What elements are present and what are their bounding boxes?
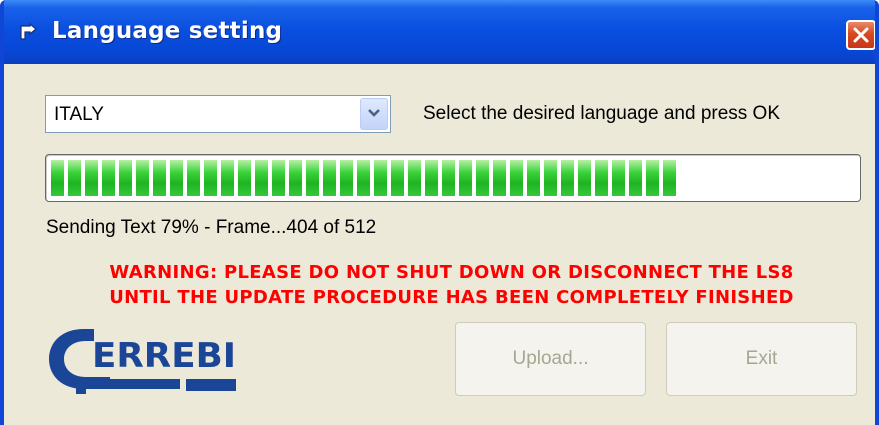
errebi-logo: ERREBI (49, 329, 236, 394)
progress-fill (51, 160, 686, 196)
progress-segment (221, 160, 234, 196)
language-selected-value: ITALY (54, 104, 104, 125)
progress-segment (663, 160, 676, 196)
progress-segment (459, 160, 472, 196)
progress-segment (357, 160, 370, 196)
window-icon (18, 22, 40, 44)
close-button[interactable] (846, 20, 875, 50)
progress-segment (255, 160, 268, 196)
progress-segment (425, 160, 438, 196)
progress-segment (612, 160, 625, 196)
language-instruction: Select the desired language and press OK (423, 103, 781, 124)
warning-line-2: UNTIL THE UPDATE PROCEDURE HAS BEEN COMP… (109, 287, 794, 308)
progress-segment (561, 160, 574, 196)
progress-segment (102, 160, 115, 196)
progress-segment (544, 160, 557, 196)
progress-segment (51, 160, 64, 196)
progress-segment (527, 160, 540, 196)
progress-segment (476, 160, 489, 196)
progress-segment (170, 160, 183, 196)
progress-segment (187, 160, 200, 196)
dropdown-button[interactable] (360, 98, 388, 130)
progress-segment (323, 160, 336, 196)
chevron-down-icon (368, 109, 380, 117)
progress-segment (306, 160, 319, 196)
progress-bar (45, 154, 861, 202)
upload-button[interactable]: Upload... (455, 322, 646, 396)
progress-segment (238, 160, 251, 196)
progress-segment (646, 160, 659, 196)
progress-segment (629, 160, 642, 196)
title-bar[interactable]: Language setting (4, 0, 875, 64)
language-dropdown[interactable]: ITALY (45, 95, 391, 133)
progress-segment (374, 160, 387, 196)
logo-text: ERREBI (92, 336, 236, 376)
progress-segment (442, 160, 455, 196)
progress-segment (153, 160, 166, 196)
warning-line-1: WARNING: PLEASE DO NOT SHUT DOWN OR DISC… (109, 262, 794, 283)
progress-segment (578, 160, 591, 196)
progress-segment (204, 160, 217, 196)
progress-status: Sending Text 79% - Frame...404 of 512 (46, 217, 377, 238)
progress-segment (85, 160, 98, 196)
close-icon (853, 27, 869, 43)
progress-segment (340, 160, 353, 196)
window-title: Language setting (52, 18, 283, 44)
language-setting-window: Language setting ITALY Select the desire… (0, 0, 879, 425)
progress-segment (119, 160, 132, 196)
progress-segment (391, 160, 404, 196)
progress-segment (595, 160, 608, 196)
progress-segment (272, 160, 285, 196)
progress-segment (408, 160, 421, 196)
progress-segment (493, 160, 506, 196)
exit-button[interactable]: Exit (666, 322, 857, 396)
progress-segment (136, 160, 149, 196)
progress-segment (510, 160, 523, 196)
progress-segment (289, 160, 302, 196)
progress-segment (68, 160, 81, 196)
